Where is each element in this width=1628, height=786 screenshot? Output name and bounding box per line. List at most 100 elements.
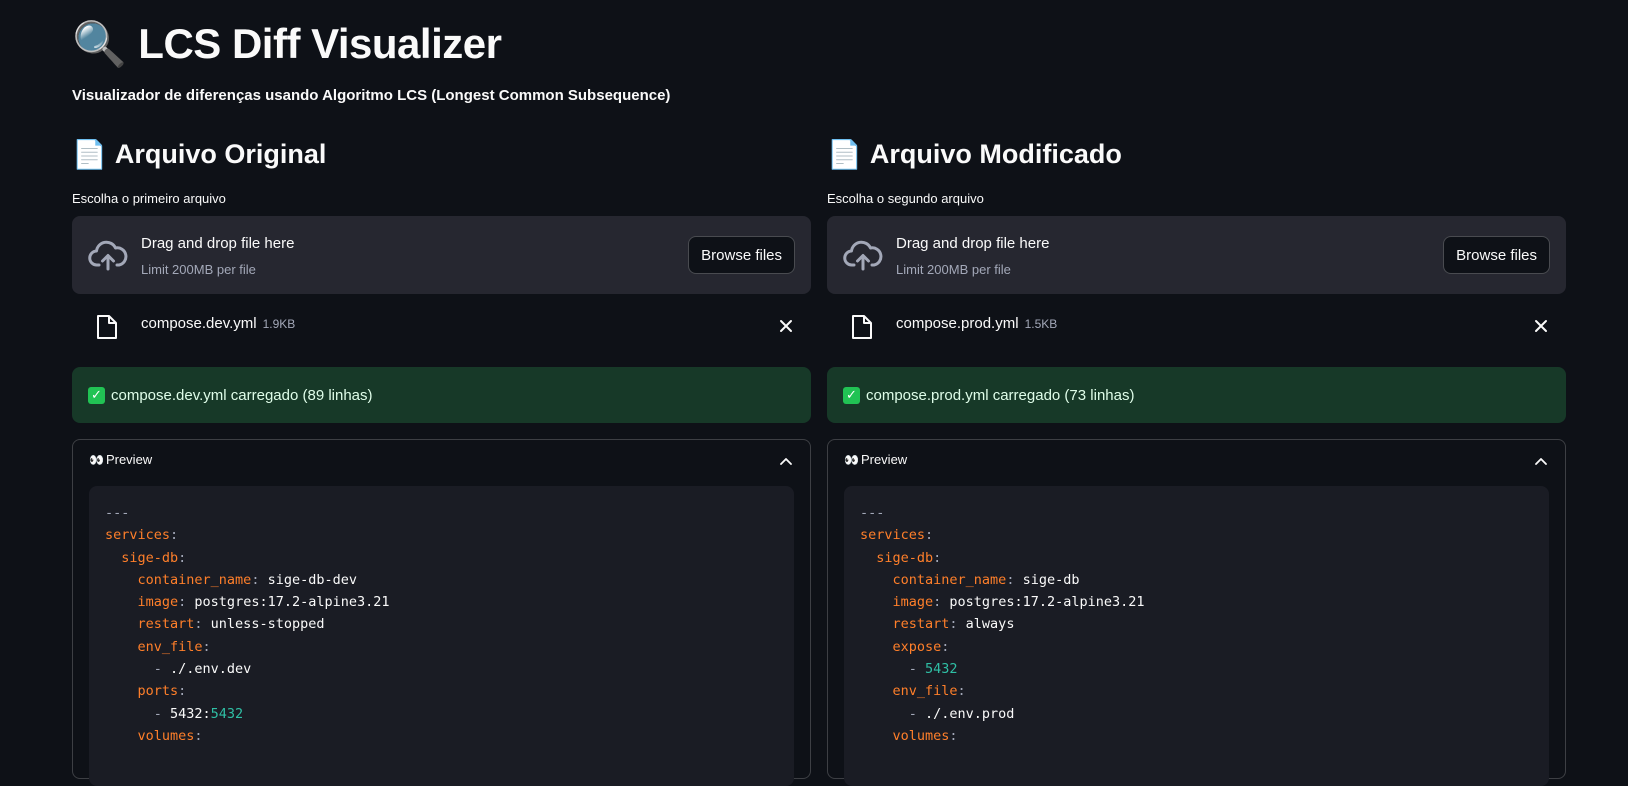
preview-label: Preview [860, 452, 908, 467]
yaml-code-block: --- services: sige-db: container_name: si… [89, 486, 794, 786]
code-token: - [860, 661, 926, 678]
code-token: - [105, 705, 171, 722]
uploaded-file-name-text: compose.dev.yml [141, 315, 257, 332]
code-line: env_file: [105, 636, 778, 658]
preview-expander[interactable]: 👀 Preview --- services: sige-db: containe… [72, 439, 811, 786]
code-token: env_file [860, 683, 958, 700]
uploaded-file-name: compose.dev.yml 1.9KB [141, 315, 295, 332]
uploaded-file-name: compose.prod.yml 1.5KB [896, 315, 1057, 332]
code-token: : [957, 683, 966, 700]
code-token: expose [860, 638, 942, 655]
code-token: services [860, 527, 926, 544]
first-file-dropzone[interactable]: Drag and drop file here Limit 200MB per … [72, 216, 811, 294]
eyes-icon: 👀 [89, 452, 104, 467]
uploaded-file-name-text: compose.prod.yml [896, 315, 1019, 332]
code-token: 5432 [210, 705, 244, 722]
code-token: ports [105, 683, 179, 700]
code-token: image [105, 594, 179, 611]
code-line: volumes: [860, 725, 1533, 747]
modified-file-heading: 📄 Arquivo Modificado [827, 134, 1122, 174]
code-token: env_file [105, 638, 203, 655]
code-line: container_name: sige-db [860, 569, 1533, 591]
code-line: restart: always [860, 613, 1533, 635]
code-line: volumes: [105, 725, 778, 747]
code-token: sige-db [105, 549, 179, 566]
modified-file-heading-text: Arquivo Modificado [869, 138, 1122, 169]
cloud-upload-icon [88, 240, 128, 271]
code-line: services: [105, 524, 778, 546]
second-file-uploader-label: Escolha o segundo arquivo [827, 191, 984, 206]
code-token: container_name [860, 571, 1007, 588]
code-line: sige-db: [860, 547, 1533, 569]
file-icon [852, 315, 872, 339]
code-token: volumes [860, 727, 950, 744]
upload-success-text: compose.prod.yml carregado (73 linhas) [866, 386, 1135, 404]
uploaded-file-row: compose.prod.yml 1.5KB [827, 306, 1566, 346]
code-line: --- [860, 502, 1533, 524]
code-token: unless-stopped [202, 616, 325, 633]
code-line: services: [860, 524, 1533, 546]
upload-success-alert: ✓ compose.prod.yml carregado (73 linhas) [827, 367, 1566, 423]
code-line: ports: [105, 680, 778, 702]
code-token: --- [860, 505, 885, 521]
code-token: : [941, 638, 950, 655]
code-token: 5432: [170, 705, 211, 722]
code-line: expose: [860, 636, 1533, 658]
code-token: : [949, 616, 958, 633]
remove-file-icon[interactable] [779, 319, 793, 333]
code-line: - 5432 [860, 658, 1533, 680]
chevron-up-icon[interactable] [780, 457, 792, 465]
code-token: sige-db-dev [259, 571, 357, 588]
code-token: always [957, 616, 1015, 633]
document-icon: 📄 [827, 137, 862, 171]
code-token: : [202, 638, 211, 655]
code-line: - ./.env.dev [105, 658, 778, 680]
browse-files-button[interactable]: Browse files [688, 236, 795, 274]
code-token: - [105, 661, 171, 678]
preview-label: Preview [105, 452, 153, 467]
code-token: : [178, 549, 187, 566]
preview-expander-header[interactable]: 👀 Preview [844, 452, 907, 467]
second-file-dropzone[interactable]: Drag and drop file here Limit 200MB per … [827, 216, 1566, 294]
remove-file-icon[interactable] [1534, 319, 1548, 333]
code-line: restart: unless-stopped [105, 613, 778, 635]
code-token: postgres:17.2-alpine3.21 [941, 594, 1145, 611]
code-line: - ./.env.prod [860, 703, 1533, 725]
browse-files-button[interactable]: Browse files [1443, 236, 1550, 274]
code-token: postgres:17.2-alpine3.21 [186, 594, 390, 611]
chevron-up-icon[interactable] [1535, 457, 1547, 465]
file-icon [97, 315, 117, 339]
code-token: : [949, 727, 958, 744]
uploaded-file-size: 1.9KB [262, 317, 296, 331]
file-size-limit: Limit 200MB per file [896, 262, 1011, 277]
uploaded-file-row: compose.dev.yml 1.9KB [72, 306, 811, 346]
drop-instructions: Drag and drop file here [896, 235, 1050, 252]
file-size-limit: Limit 200MB per file [141, 262, 256, 277]
code-token: 5432 [925, 661, 958, 678]
code-token: container_name [105, 571, 252, 588]
upload-success-text: compose.dev.yml carregado (89 linhas) [111, 386, 373, 404]
code-token: : [170, 527, 179, 544]
code-line: image: postgres:17.2-alpine3.21 [860, 591, 1533, 613]
code-token: sige-db [1014, 571, 1080, 588]
code-token: sige-db [860, 549, 934, 566]
preview-expander[interactable]: 👀 Preview --- services: sige-db: containe… [827, 439, 1566, 786]
code-line: container_name: sige-db-dev [105, 569, 778, 591]
code-token: : [933, 549, 942, 566]
yaml-code: --- services: sige-db: container_name: si… [89, 486, 794, 747]
original-file-heading-text: Arquivo Original [114, 138, 327, 169]
code-token: restart [105, 616, 195, 633]
document-icon: 📄 [72, 137, 107, 171]
code-line: sige-db: [105, 547, 778, 569]
original-file-heading: 📄 Arquivo Original [72, 134, 326, 174]
code-line: image: postgres:17.2-alpine3.21 [105, 591, 778, 613]
cloud-upload-icon [843, 240, 883, 271]
uploaded-file-size: 1.5KB [1024, 317, 1058, 331]
code-token: services [105, 527, 171, 544]
code-token: restart [860, 616, 950, 633]
code-token: --- [105, 505, 130, 521]
code-token: : [194, 727, 203, 744]
first-file-uploader-label: Escolha o primeiro arquivo [72, 191, 226, 206]
preview-expander-header[interactable]: 👀 Preview [89, 452, 152, 467]
eyes-icon: 👀 [844, 452, 859, 467]
